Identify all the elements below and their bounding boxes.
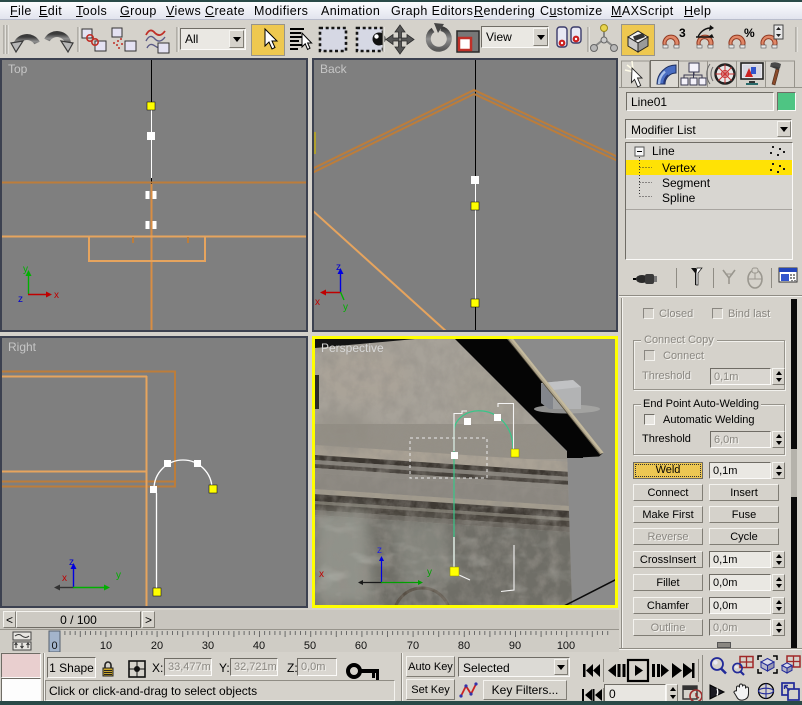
svg-text:x: x xyxy=(319,569,324,580)
svg-text:100: 100 xyxy=(557,640,575,652)
svg-text:z: z xyxy=(336,262,341,273)
svg-text:y: y xyxy=(343,302,348,313)
svg-text:z: z xyxy=(69,557,74,568)
svg-text:10: 10 xyxy=(100,640,112,652)
svg-text:z: z xyxy=(377,545,382,556)
svg-text:y: y xyxy=(23,264,28,275)
svg-text:x: x xyxy=(62,573,67,584)
svg-text:0: 0 xyxy=(51,640,57,652)
svg-text:80: 80 xyxy=(458,640,470,652)
svg-text:40: 40 xyxy=(253,640,265,652)
svg-text:%: % xyxy=(744,26,755,40)
svg-text:50: 50 xyxy=(304,640,316,652)
svg-text:x: x xyxy=(54,290,59,301)
svg-text:70: 70 xyxy=(407,640,419,652)
svg-text:3: 3 xyxy=(679,26,686,40)
svg-text:x: x xyxy=(315,297,320,308)
svg-text:20: 20 xyxy=(151,640,163,652)
svg-text:90: 90 xyxy=(509,640,521,652)
svg-text:30: 30 xyxy=(202,640,214,652)
svg-text:z: z xyxy=(18,294,23,305)
svg-text:y: y xyxy=(427,567,432,578)
svg-text:60: 60 xyxy=(355,640,367,652)
svg-text:y: y xyxy=(116,570,121,581)
